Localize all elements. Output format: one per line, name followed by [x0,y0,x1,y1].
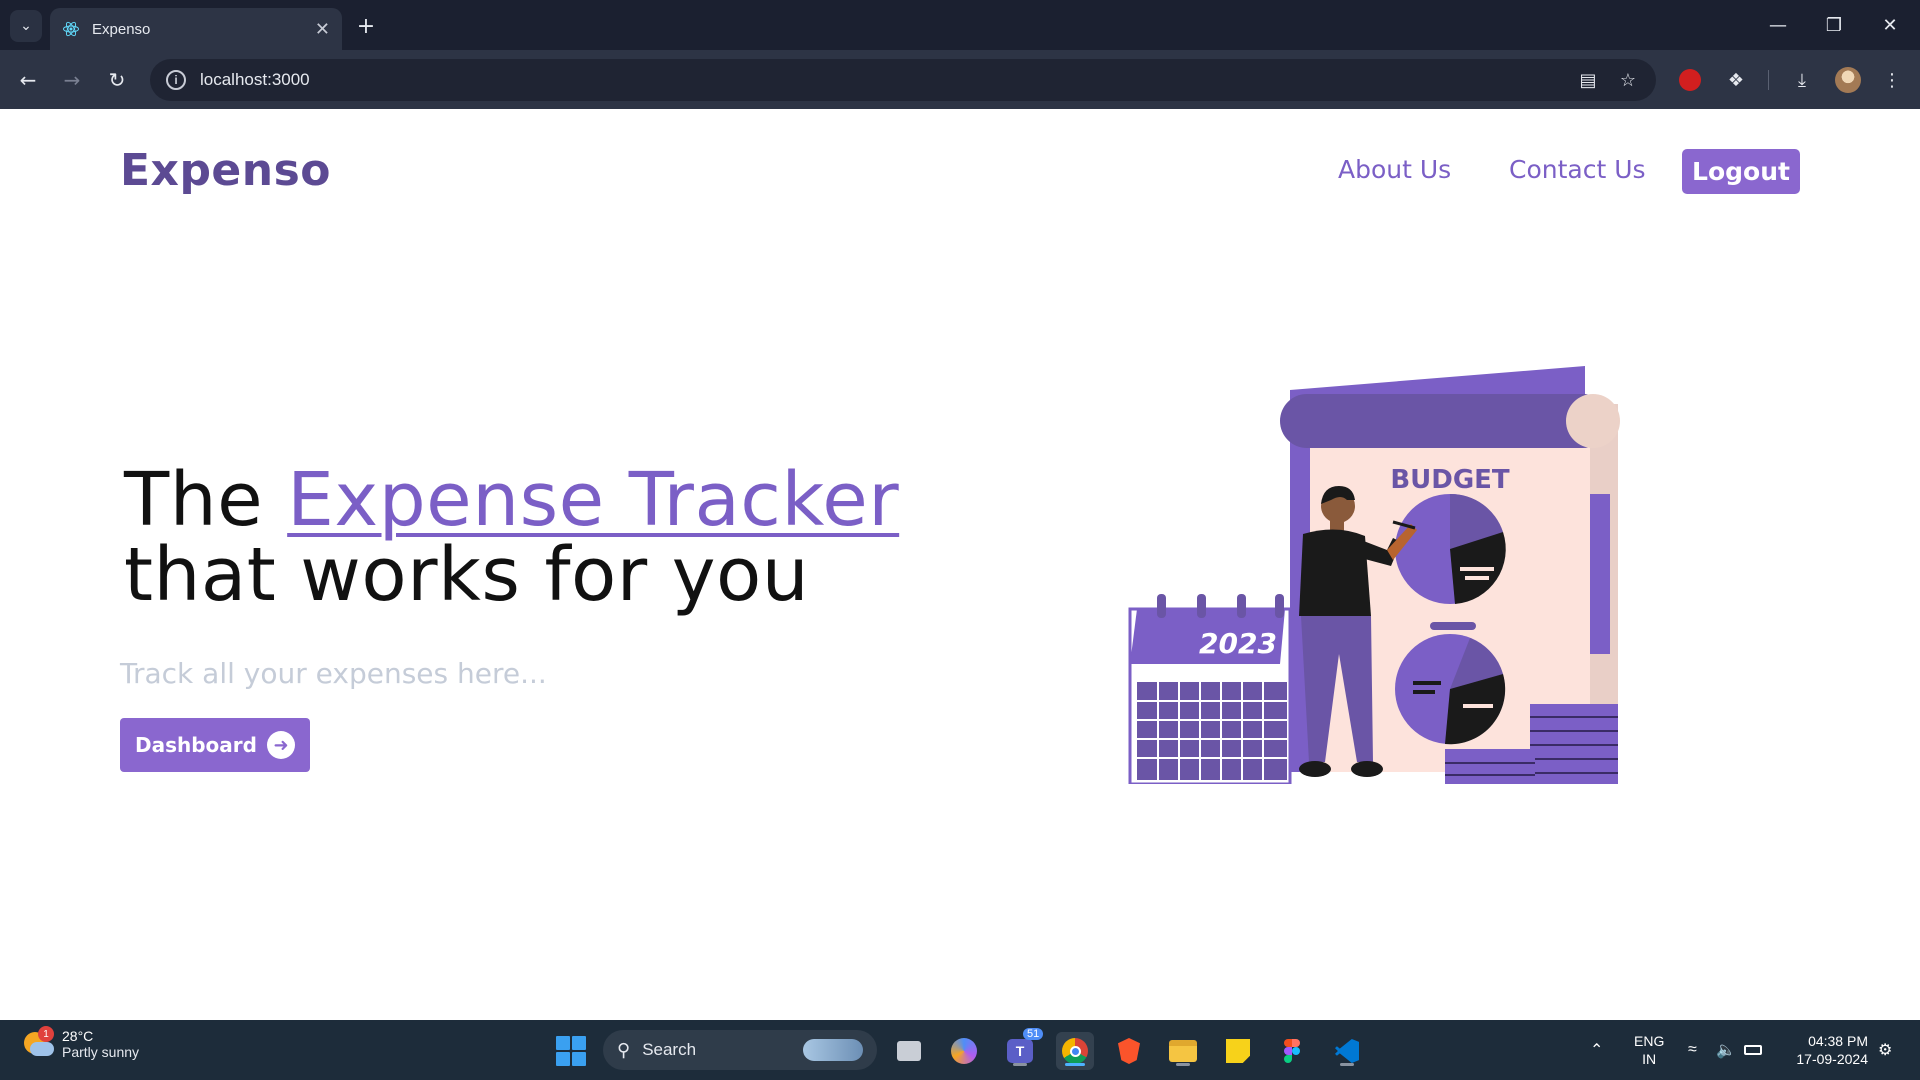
arrow-right-icon: → [63,68,81,92]
taskbar-search-placeholder: Search [642,1040,697,1059]
bookmark-star-icon[interactable]: ☆ [1612,64,1644,96]
back-button[interactable]: ← [12,64,44,96]
chevron-down-icon: ⌄ [20,18,32,34]
show-hidden-icons-icon[interactable]: ⌃ [1590,1020,1603,1080]
brand-logo[interactable]: Expenso [120,145,331,196]
weather-description: Partly sunny [62,1044,140,1060]
search-highlight-image [803,1039,863,1061]
taskbar-search[interactable]: ⚲ Search [603,1030,877,1070]
reload-icon: ↻ [108,68,126,92]
search-icon: ⚲ [617,1039,631,1060]
site-info-icon[interactable]: i [166,70,186,90]
figma-icon[interactable] [1273,1032,1311,1070]
hero-subtitle: Track all your expenses here... [120,657,547,690]
extension-red-icon[interactable] [1674,64,1706,96]
nav-about-us[interactable]: About Us [1338,155,1451,184]
copilot-icon[interactable] [945,1032,983,1070]
notifications-icon[interactable]: ⚙ [1878,1020,1892,1080]
task-view-icon[interactable] [890,1032,928,1070]
new-tab-button[interactable]: + [352,12,380,40]
close-window-button[interactable]: ✕ [1862,0,1918,50]
budget-illustration: BUDGET 2023 [1128,366,1620,784]
extensions-puzzle-icon[interactable]: ❖ [1720,64,1752,96]
brave-icon[interactable] [1110,1032,1148,1070]
vscode-icon[interactable] [1328,1032,1366,1070]
restore-button[interactable]: ❐ [1806,0,1862,50]
dashboard-button[interactable]: Dashboard ➜ [120,718,310,772]
clock-time: 04:38 PM [1808,1033,1868,1049]
profile-avatar[interactable] [1832,64,1864,96]
close-tab-icon[interactable]: ✕ [315,19,330,40]
tab-title: Expenso [92,20,151,38]
system-clock[interactable]: 04:38 PM 17-09-2024 [1786,1032,1868,1068]
battery-icon[interactable] [1744,1020,1762,1080]
tab-search-button[interactable]: ⌄ [10,10,42,42]
reload-button[interactable]: ↻ [101,64,133,96]
nav-contact-us[interactable]: Contact Us [1509,155,1646,184]
sticky-notes-icon[interactable] [1219,1032,1257,1070]
teams-badge: 51 [1023,1028,1044,1040]
wifi-icon[interactable]: ≈ [1688,1020,1697,1080]
weather-widget[interactable]: 1 28°C Partly sunny [22,1026,140,1060]
forward-button[interactable]: → [56,64,88,96]
chrome-icon[interactable] [1056,1032,1094,1070]
browser-tab-active[interactable]: Expenso ✕ [50,8,342,50]
partly-sunny-icon: 1 [22,1026,54,1060]
downloads-icon[interactable]: ⤓ [1786,64,1818,96]
clock-date: 17-09-2024 [1796,1051,1868,1067]
file-explorer-icon[interactable] [1164,1032,1202,1070]
browser-tab-strip: ⌄ Expenso ✕ + — ❐ ✕ [0,0,1920,50]
arrow-left-icon: ← [19,68,37,92]
browser-toolbar: ← → ↻ i localhost:3000 ▤ ☆ ❖ ⤓ ⋮ [0,50,1920,109]
hero-title-line2: that works for you [124,532,810,618]
hero-title-line1: The Expense Tracker [124,457,900,543]
language-indicator[interactable]: ENG IN [1634,1032,1664,1068]
install-app-icon[interactable]: ▤ [1572,64,1604,96]
logout-button[interactable]: Logout [1682,149,1800,194]
volume-icon[interactable]: 🔈 [1716,1020,1736,1080]
weather-badge: 1 [38,1026,54,1042]
react-logo-icon [63,21,79,37]
dashboard-label: Dashboard [135,733,257,757]
more-menu-icon[interactable]: ⋮ [1876,64,1908,96]
page-content: Expenso About Us Contact Us Logout The E… [0,109,1920,1020]
arrow-right-circle-icon: ➜ [266,731,295,759]
hero-accent-text: Expense Tracker [287,457,900,543]
teams-icon[interactable]: T 51 [1001,1028,1044,1070]
minimize-button[interactable]: — [1750,0,1806,50]
weather-temperature: 28°C [62,1028,94,1044]
address-bar[interactable]: i localhost:3000 [150,59,1656,101]
windows-start-icon[interactable] [556,1036,586,1066]
budget-heading: BUDGET [1390,465,1510,495]
url-text: localhost:3000 [200,70,310,89]
calendar-year: 2023 [1199,627,1277,660]
windows-taskbar: 1 28°C Partly sunny ⚲ Search T 51 ⌃ ENG … [0,1020,1920,1080]
